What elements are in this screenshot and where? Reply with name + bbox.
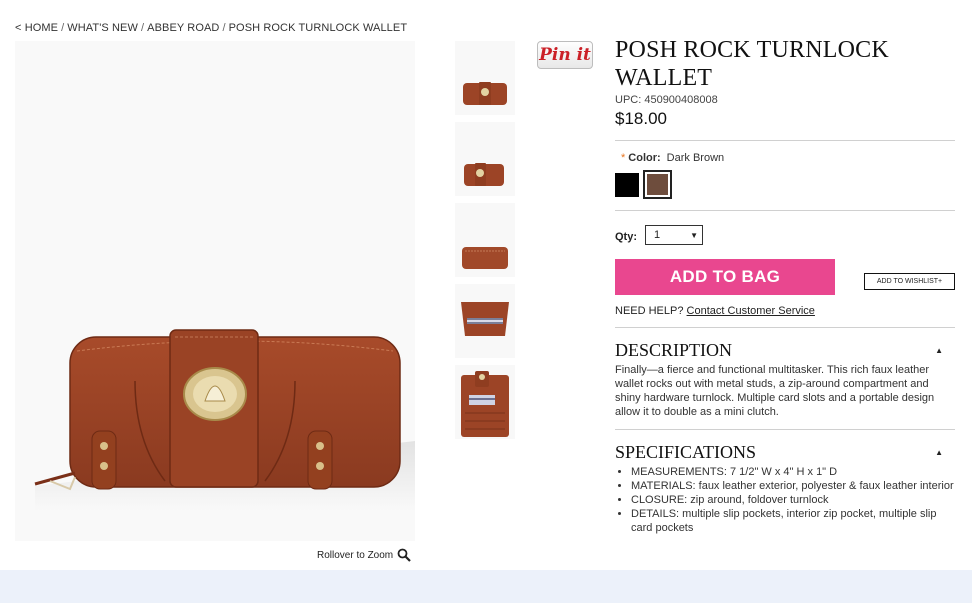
breadcrumb-current[interactable]: POSH ROCK TURNLOCK WALLET (229, 22, 408, 34)
collapse-arrow-icon[interactable]: ▲ (935, 346, 943, 355)
specifications-title: SPECIFICATIONS (615, 442, 757, 462)
specifications-header[interactable]: SPECIFICATIONS ▲ (615, 442, 955, 463)
specifications-list: MEASUREMENTS: 7 1/2" W x 4" H x 1" D MAT… (615, 465, 955, 535)
color-swatches (615, 170, 955, 199)
wallet-thumbnail-front (463, 82, 507, 105)
description-header[interactable]: DESCRIPTION ▲ (615, 340, 955, 361)
thumbnail-5[interactable] (455, 365, 515, 439)
product-upc: UPC: 450900408008 (615, 94, 718, 106)
color-label: Color: (628, 152, 661, 164)
wallet-thumbnail-angle (464, 163, 504, 186)
contact-customer-service-link[interactable]: Contact Customer Service (687, 305, 815, 317)
color-value: Dark Brown (666, 152, 725, 164)
divider (615, 429, 955, 430)
thumbnail-1[interactable] (455, 41, 515, 115)
thumbnail-strip (455, 41, 515, 446)
quantity-select[interactable]: 1 ▼ (645, 225, 703, 245)
breadcrumb-separator: / (61, 22, 65, 34)
breadcrumb-home[interactable]: HOME (25, 22, 58, 34)
thumbnail-4[interactable] (455, 284, 515, 358)
magnifier-icon (397, 548, 411, 562)
spec-item-closure: CLOSURE: zip around, foldover turnlock (631, 493, 955, 507)
pinterest-pin-button[interactable]: Pin it (537, 41, 593, 69)
color-row: * Color: Dark Brown (621, 152, 955, 164)
dropdown-caret-icon: ▼ (690, 230, 698, 240)
product-title: POSH ROCK TURNLOCK WALLET (615, 37, 889, 91)
zoom-hint: Rollover to Zoom (317, 548, 411, 562)
wallet-illustration (34, 329, 415, 511)
divider (615, 140, 955, 141)
divider (615, 210, 955, 211)
thumbnail-2[interactable] (455, 122, 515, 196)
breadcrumb-separator: / (222, 22, 226, 34)
product-price: $18.00 (615, 109, 667, 128)
spec-item-details: DETAILS: multiple slip pockets, interior… (631, 507, 955, 535)
required-marker: * (621, 152, 626, 164)
wallet-thumbnail-open (461, 302, 509, 336)
description-title: DESCRIPTION (615, 340, 733, 360)
product-details: POSH ROCK TURNLOCK WALLET UPC: 450900408… (615, 36, 955, 535)
wallet-thumbnail-back (462, 247, 508, 269)
wallet-thumbnail-interior (461, 371, 509, 437)
swatch-black[interactable] (615, 173, 639, 197)
breadcrumb-back[interactable]: < (15, 22, 22, 34)
thumbnail-3[interactable] (455, 203, 515, 277)
description-text: Finally—a fierce and functional multitas… (615, 364, 935, 418)
quantity-value: 1 (654, 229, 661, 241)
spec-item-measurements: MEASUREMENTS: 7 1/2" W x 4" H x 1" D (631, 465, 955, 479)
zoom-hint-label: Rollover to Zoom (317, 549, 394, 561)
quantity-label: Qty: (615, 231, 637, 243)
breadcrumb-separator: / (140, 22, 145, 34)
bag-actions: ADD TO BAG ADD TO WISHLIST+ (615, 259, 955, 295)
help-row: NEED HELP? Contact Customer Service (615, 305, 955, 317)
add-to-bag-button[interactable]: ADD TO BAG (615, 259, 835, 295)
spec-item-materials: MATERIALS: faux leather exterior, polyes… (631, 479, 955, 493)
breadcrumb-abbey-road[interactable]: ABBEY ROAD (147, 22, 219, 34)
swatch-dark-brown[interactable] (643, 170, 672, 199)
collapse-arrow-icon[interactable]: ▲ (935, 448, 943, 457)
add-to-wishlist-button[interactable]: ADD TO WISHLIST+ (864, 273, 955, 290)
footer-band (0, 570, 972, 603)
breadcrumb-whats-new[interactable]: WHAT'S NEW (67, 22, 138, 34)
help-text: NEED HELP? (615, 305, 684, 317)
breadcrumb: < HOME / WHAT'S NEW / ABBEY ROAD / POSH ROCK T… (15, 22, 407, 34)
divider (615, 327, 955, 328)
quantity-row: Qty: 1 ▼ (615, 225, 955, 245)
main-product-image[interactable] (15, 41, 415, 541)
